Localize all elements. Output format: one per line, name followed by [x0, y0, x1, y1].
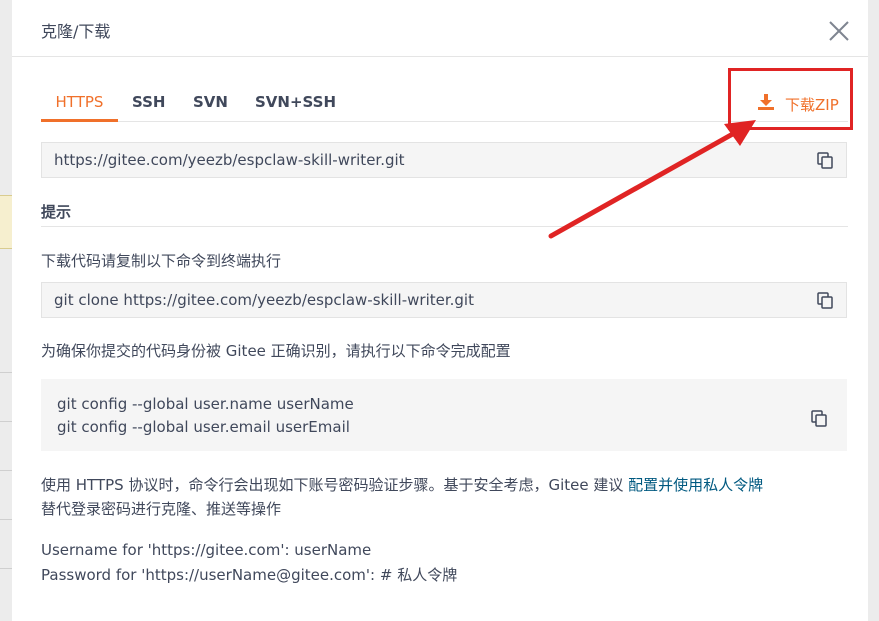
clone-command-text: git clone https://gitee.com/yeezb/espcla… [54, 291, 474, 309]
git-config-block[interactable]: git config --global user.name userName g… [41, 379, 847, 451]
hint-heading: 提示 [41, 203, 72, 221]
download-icon [757, 93, 775, 115]
tab-svn-ssh[interactable]: SVN+SSH [255, 88, 336, 119]
protocol-tabs: HTTPS SSH SVN SVN+SSH [41, 88, 848, 122]
username-prompt: Username for 'https://gitee.com': userNa… [41, 541, 372, 559]
clone-download-dialog: 克隆/下载 HTTPS SSH SVN SVN+SSH 下载ZIP https:… [12, 0, 868, 621]
config-instruction: 为确保你提交的代码身份被 Gitee 正确识别，请执行以下命令完成配置 [41, 342, 511, 360]
config-line-email: git config --global user.email userEmail [57, 418, 350, 436]
personal-token-link[interactable]: 配置并使用私人令牌 [628, 476, 763, 494]
tab-https[interactable]: HTTPS [41, 88, 118, 122]
password-prompt: Password for 'https://userName@gitee.com… [41, 566, 458, 584]
download-zip-highlight: 下载ZIP [728, 68, 853, 130]
config-line-username: git config --global user.name userName [57, 395, 354, 413]
repo-url-field[interactable]: https://gitee.com/yeezb/espclaw-skill-wr… [41, 142, 847, 178]
copy-icon[interactable] [817, 152, 833, 173]
tab-ssh[interactable]: SSH [132, 88, 166, 119]
clone-command-field[interactable]: git clone https://gitee.com/yeezb/espcla… [41, 282, 847, 318]
copy-icon[interactable] [811, 410, 827, 431]
dialog-title: 克隆/下载 [41, 22, 111, 41]
close-icon[interactable] [828, 20, 850, 42]
dialog-header: 克隆/下载 [12, 0, 868, 57]
copy-icon[interactable] [817, 292, 833, 313]
repo-url-text: https://gitee.com/yeezb/espclaw-skill-wr… [54, 151, 405, 169]
https-note-prefix: 使用 HTTPS 协议时，命令行会出现如下账号密码验证步骤。基于安全考虑，Git… [41, 476, 629, 494]
clone-instruction: 下载代码请复制以下命令到终端执行 [41, 252, 282, 270]
https-note-continued: 替代登录密码进行克隆、推送等操作 [41, 500, 282, 518]
download-zip-button[interactable]: 下载ZIP [757, 93, 839, 115]
hint-divider [41, 226, 848, 227]
download-zip-label: 下载ZIP [785, 95, 839, 114]
tab-svn[interactable]: SVN [193, 88, 228, 119]
https-note: 使用 HTTPS 协议时，命令行会出现如下账号密码验证步骤。基于安全考虑，Git… [41, 474, 763, 495]
